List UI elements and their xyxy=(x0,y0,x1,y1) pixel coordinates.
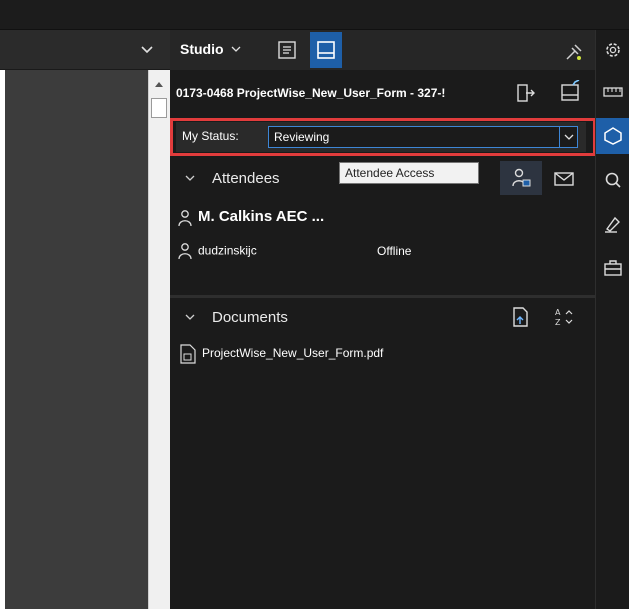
person-icon xyxy=(178,209,192,226)
gear-icon xyxy=(606,43,620,57)
checkin-icon[interactable] xyxy=(559,80,581,102)
session-title: 0173-0468 ProjectWise_New_User_Form - 32… xyxy=(176,86,446,100)
studio-header: Studio xyxy=(170,30,595,70)
collapse-chevron-icon[interactable] xyxy=(184,311,196,323)
right-tool-rail xyxy=(595,30,629,609)
svg-text:Z: Z xyxy=(555,318,561,327)
chevron-down-icon[interactable] xyxy=(138,40,156,58)
dropdown-button[interactable] xyxy=(559,127,577,147)
window-top-strip xyxy=(0,0,629,30)
attendees-section-title[interactable]: Attendees xyxy=(212,170,280,187)
my-status-row: My Status: Reviewing xyxy=(170,118,596,156)
status-value: Reviewing xyxy=(274,130,330,144)
attendee-access-tooltip: Attendee Access xyxy=(339,162,479,184)
mail-icon[interactable] xyxy=(553,168,575,190)
section-divider xyxy=(170,295,595,298)
attendee-access-button[interactable] xyxy=(500,161,542,195)
document-name: ProjectWise_New_User_Form.pdf xyxy=(202,346,384,361)
upload-doc-icon[interactable] xyxy=(510,306,532,328)
status-label: My Status: xyxy=(182,129,239,143)
ruler-icon xyxy=(603,87,623,97)
page-edge xyxy=(0,70,5,609)
shapes-icon xyxy=(604,127,622,145)
document-viewer-pane xyxy=(0,30,170,609)
vertical-scrollbar[interactable] xyxy=(148,70,170,609)
plug-icon[interactable] xyxy=(563,41,585,63)
toolbox-icon xyxy=(604,260,622,276)
document-page xyxy=(0,70,148,609)
scroll-up-arrow-icon[interactable] xyxy=(155,82,163,87)
markup-panel-button[interactable] xyxy=(310,32,342,68)
measure-button[interactable] xyxy=(596,74,629,110)
attendee-item[interactable]: dudzinskijc xyxy=(178,242,257,260)
attendee-item[interactable]: M. Calkins AEC ... xyxy=(178,208,324,227)
pdf-file-icon xyxy=(180,344,196,364)
svg-text:A: A xyxy=(555,308,561,317)
collapse-chevron-icon[interactable] xyxy=(184,172,196,184)
toolbox-button[interactable] xyxy=(596,250,629,286)
person-icon xyxy=(178,243,192,260)
markup-panel-icon xyxy=(317,41,335,59)
shapes-button[interactable] xyxy=(596,118,629,154)
documents-section-title[interactable]: Documents xyxy=(212,309,288,326)
settings-button[interactable] xyxy=(596,32,629,68)
chevron-down-icon[interactable] xyxy=(230,43,242,55)
attendee-name: dudzinskijc xyxy=(198,243,257,258)
status-dropdown[interactable]: Reviewing xyxy=(268,126,578,148)
document-item[interactable]: ProjectWise_New_User_Form.pdf xyxy=(180,344,383,364)
chevron-down-icon xyxy=(564,134,574,140)
search-icon xyxy=(605,172,621,188)
sort-icon[interactable]: A Z xyxy=(553,306,575,328)
attendee-name: M. Calkins AEC ... xyxy=(198,208,325,225)
attendee-status: Offline xyxy=(377,244,412,258)
studio-panel: Studio 0173-0468 ProjectWise_New_User_Fo… xyxy=(170,30,596,609)
person-lock-icon xyxy=(512,168,531,187)
pen-icon xyxy=(605,216,620,233)
search-button[interactable] xyxy=(596,162,629,198)
studio-title[interactable]: Studio xyxy=(180,41,224,57)
scrollbar-thumb[interactable] xyxy=(151,98,167,118)
exit-icon[interactable] xyxy=(515,82,537,104)
list-icon[interactable] xyxy=(276,39,298,61)
viewer-header xyxy=(0,30,170,70)
markup-pen-button[interactable] xyxy=(596,206,629,242)
